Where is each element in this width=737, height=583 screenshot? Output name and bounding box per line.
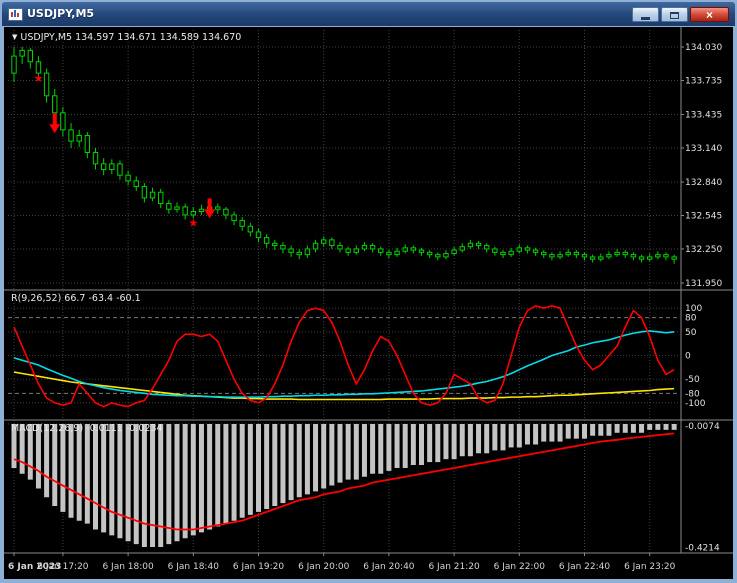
symbol-dropdown-icon[interactable]: ▼ (12, 33, 17, 41)
chart-window: USDJPY,M5 × ★ ★ 134.030 133.735 133.435 133.1… (0, 0, 737, 583)
oscillator-label: R(9,26,52) 66.7 -63.4 -60.1 (11, 293, 141, 304)
minimize-button[interactable] (632, 7, 659, 22)
chart-window-icon (8, 8, 23, 21)
window-title: USDJPY,M5 (27, 7, 95, 20)
minimize-icon (641, 16, 650, 20)
window-controls: × (632, 7, 729, 22)
macd-label: MACD(12,26,9) -0.0111 -0.0234 (11, 423, 163, 434)
chart-ohlc-header: ▼ USDJPY,M5 134.597 134.671 134.589 134.6… (12, 32, 241, 43)
maximize-button[interactable] (661, 7, 688, 22)
window-titlebar[interactable]: USDJPY,M5 × (2, 2, 735, 26)
close-icon: × (705, 7, 713, 22)
close-button[interactable]: × (690, 7, 729, 22)
maximize-icon (670, 12, 679, 19)
ohlc-text: USDJPY,M5 134.597 134.671 134.589 134.67… (20, 32, 242, 43)
